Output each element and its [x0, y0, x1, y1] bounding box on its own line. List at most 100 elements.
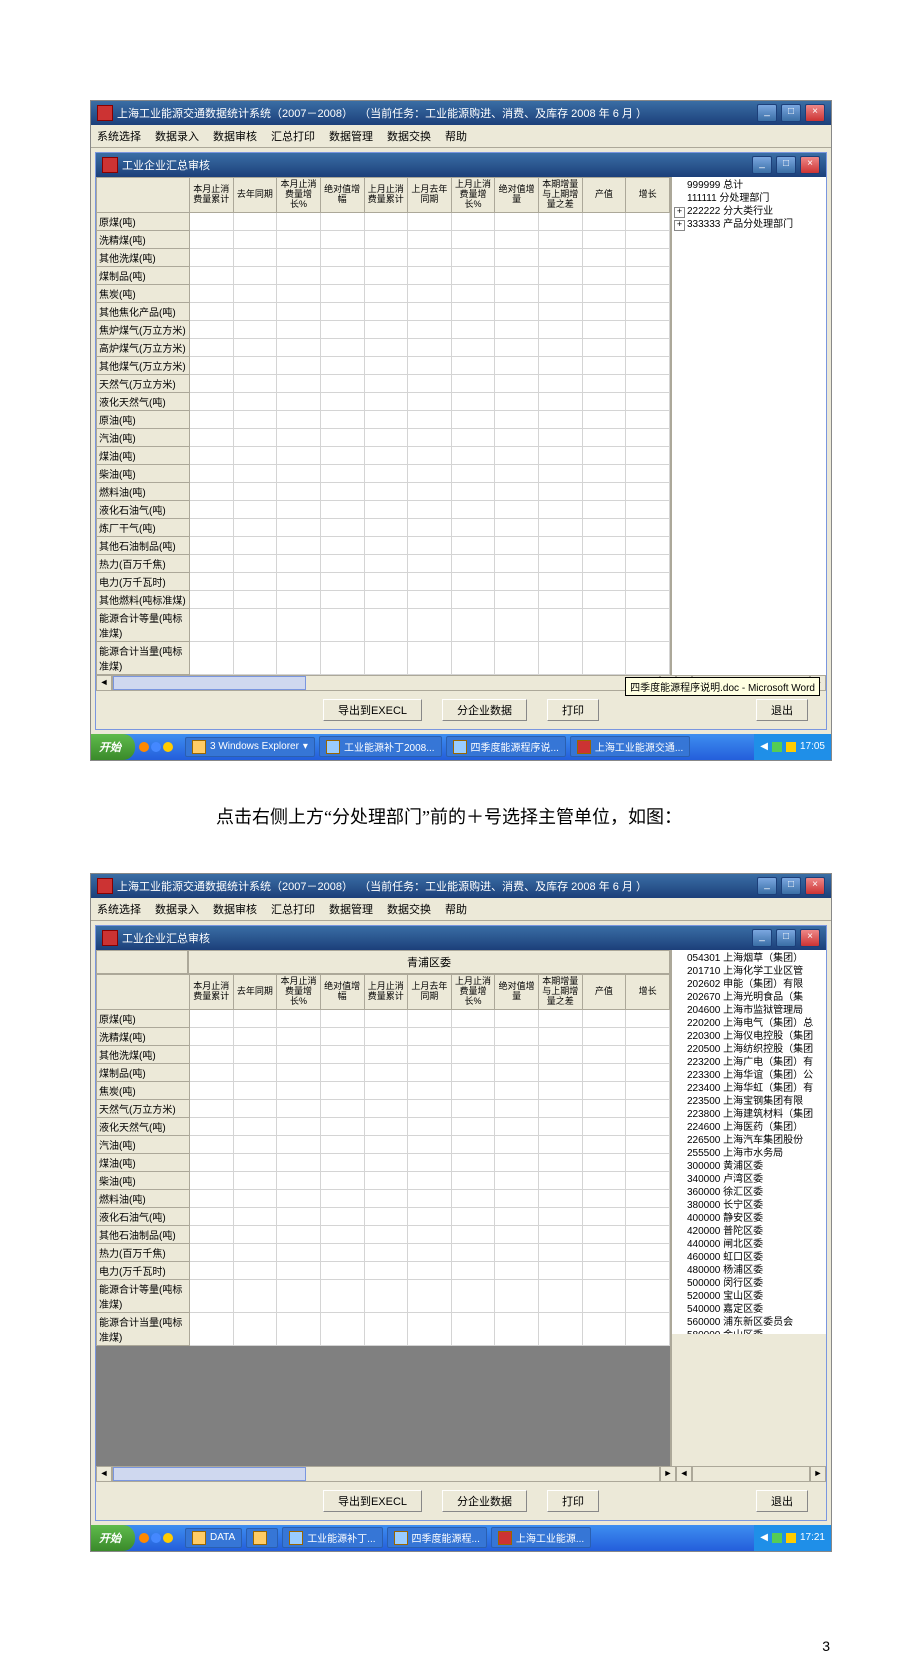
grid-cell[interactable]	[451, 590, 495, 608]
tree-node[interactable]: 255500 上海市水务局	[674, 1147, 824, 1160]
taskbar-item[interactable]: 四季度能源程...	[387, 1527, 487, 1548]
grid-cell[interactable]	[408, 284, 452, 302]
tray-icon[interactable]: ◀	[760, 741, 768, 752]
grid-cell[interactable]	[320, 1009, 364, 1027]
grid-cell[interactable]	[277, 410, 321, 428]
grid-cell[interactable]	[277, 212, 321, 230]
grid-cell[interactable]	[539, 392, 583, 410]
grid-cell[interactable]	[233, 1279, 277, 1312]
grid-cell[interactable]	[539, 1261, 583, 1279]
grid-cell[interactable]	[364, 1225, 408, 1243]
grid-cell[interactable]	[408, 500, 452, 518]
column-header[interactable]: 上月去年同期	[408, 975, 452, 1010]
column-header[interactable]: 去年同期	[233, 975, 277, 1010]
grid-cell[interactable]	[190, 230, 234, 248]
grid-cell[interactable]	[582, 320, 626, 338]
tree-node[interactable]: 223300 上海华谊（集团）公	[674, 1069, 824, 1082]
grid-cell[interactable]	[539, 1045, 583, 1063]
column-header[interactable]: 绝对值增幅	[320, 975, 364, 1010]
grid-cell[interactable]	[320, 338, 364, 356]
grid-cell[interactable]	[539, 212, 583, 230]
grid-cell[interactable]	[408, 554, 452, 572]
tray-icon[interactable]	[772, 742, 782, 752]
grid-cell[interactable]	[364, 1063, 408, 1081]
grid-cell[interactable]	[190, 500, 234, 518]
grid-cell[interactable]	[364, 1189, 408, 1207]
grid-cell[interactable]	[320, 392, 364, 410]
grid-cell[interactable]	[233, 284, 277, 302]
grid-cell[interactable]	[320, 572, 364, 590]
column-header[interactable]: 上月止消费量增长%	[451, 975, 495, 1010]
column-header[interactable]: 本期增量与上期增量之差	[539, 975, 583, 1010]
grid-cell[interactable]	[495, 1189, 539, 1207]
grid-cell[interactable]	[451, 392, 495, 410]
grid-cell[interactable]	[277, 608, 321, 641]
grid-cell[interactable]	[277, 464, 321, 482]
child-maximize[interactable]: □	[776, 929, 796, 947]
grid-cell[interactable]	[408, 1243, 452, 1261]
grid-cell[interactable]	[233, 446, 277, 464]
grid-cell[interactable]	[190, 572, 234, 590]
taskbar-item[interactable]: DATA	[185, 1528, 242, 1548]
grid-cell[interactable]	[451, 320, 495, 338]
grid-cell[interactable]	[495, 1081, 539, 1099]
grid-cell[interactable]	[277, 590, 321, 608]
grid-cell[interactable]	[320, 1207, 364, 1225]
grid-cell[interactable]	[451, 410, 495, 428]
grid-cell[interactable]	[277, 1153, 321, 1171]
grid-cell[interactable]	[626, 1279, 670, 1312]
tray-icon[interactable]	[786, 1533, 796, 1543]
print-button[interactable]: 打印	[547, 699, 599, 721]
print-button[interactable]: 打印	[547, 1490, 599, 1512]
grid-cell[interactable]	[495, 302, 539, 320]
grid-cell[interactable]	[190, 1153, 234, 1171]
menu-item[interactable]: 汇总打印	[269, 127, 317, 145]
grid-cell[interactable]	[320, 554, 364, 572]
grid-cell[interactable]	[539, 266, 583, 284]
taskbar-item[interactable]	[246, 1528, 278, 1548]
grid-cell[interactable]	[320, 428, 364, 446]
grid-cell[interactable]	[539, 1027, 583, 1045]
grid-cell[interactable]	[320, 374, 364, 392]
grid-cell[interactable]	[190, 1189, 234, 1207]
menu-item[interactable]: 数据录入	[153, 900, 201, 918]
grid-cell[interactable]	[495, 428, 539, 446]
system-tray[interactable]: ◀ 17:05	[754, 734, 831, 760]
grid-cell[interactable]	[190, 446, 234, 464]
grid-cell[interactable]	[582, 482, 626, 500]
grid-cell[interactable]	[277, 641, 321, 674]
grid-cell[interactable]	[320, 284, 364, 302]
grid-cell[interactable]	[277, 392, 321, 410]
grid-cell[interactable]	[582, 1189, 626, 1207]
grid-cell[interactable]	[364, 1045, 408, 1063]
grid-cell[interactable]	[233, 1243, 277, 1261]
grid-cell[interactable]	[451, 1081, 495, 1099]
grid-cell[interactable]	[539, 410, 583, 428]
grid-cell[interactable]	[626, 518, 670, 536]
grid-cell[interactable]	[408, 338, 452, 356]
grid-cell[interactable]	[451, 1189, 495, 1207]
child-close[interactable]: ×	[800, 156, 820, 174]
grid-cell[interactable]	[451, 248, 495, 266]
grid-cell[interactable]	[408, 1099, 452, 1117]
grid-cell[interactable]	[582, 1099, 626, 1117]
grid-cell[interactable]	[495, 1207, 539, 1225]
grid-cell[interactable]	[233, 1045, 277, 1063]
grid-cell[interactable]	[408, 1027, 452, 1045]
taskbar-item[interactable]: 3 Windows Explorer▾	[185, 737, 315, 757]
grid-cell[interactable]	[582, 248, 626, 266]
grid-cell[interactable]	[277, 1243, 321, 1261]
grid-cell[interactable]	[451, 446, 495, 464]
grid-cell[interactable]	[495, 1153, 539, 1171]
grid-cell[interactable]	[495, 1171, 539, 1189]
grid-cell[interactable]	[320, 608, 364, 641]
grid-cell[interactable]	[190, 1171, 234, 1189]
export-button[interactable]: 导出到EXECL	[323, 699, 422, 721]
grid-cell[interactable]	[190, 1279, 234, 1312]
grid-cell[interactable]	[451, 1261, 495, 1279]
minimize-button[interactable]: _	[757, 104, 777, 122]
grid-cell[interactable]	[626, 410, 670, 428]
grid-cell[interactable]	[364, 1009, 408, 1027]
grid-cell[interactable]	[626, 608, 670, 641]
data-grid[interactable]: 青浦区委 本月止消费量累计去年同期本月止消费量增长%绝对值增幅上月止消费量累计上…	[96, 950, 672, 1466]
